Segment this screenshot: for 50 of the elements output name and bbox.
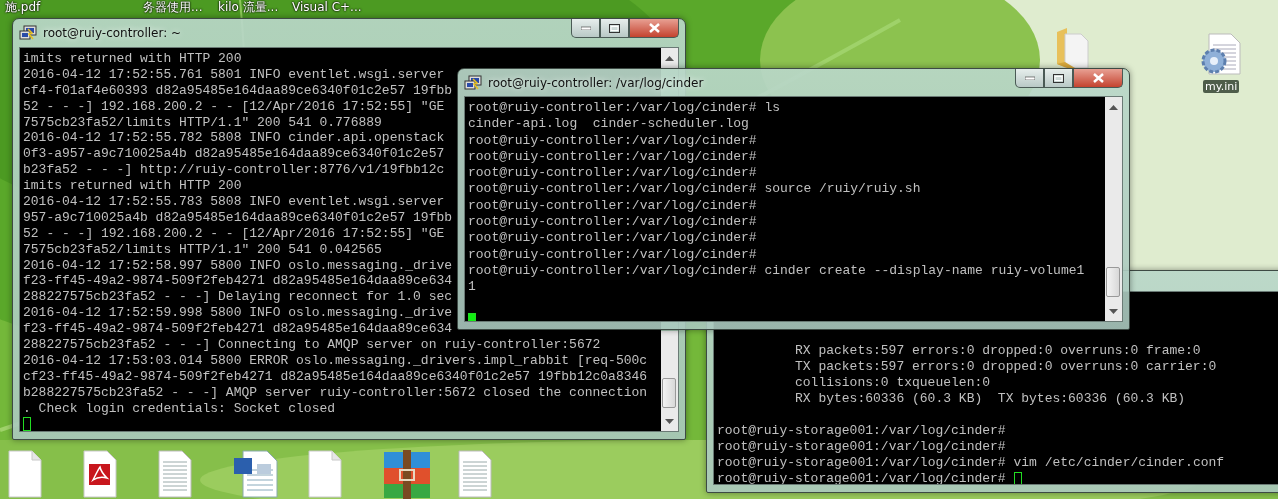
terminal-line: collisions:0 txqueuelen:0 <box>795 375 991 391</box>
terminal-line: root@ruiy-controller:/var/log/cinder# <box>468 165 757 182</box>
terminal-line: 7575cb23fa52/limits HTTP/1.1" 200 541 0.776889 <box>23 114 382 131</box>
icon-label: kilo 流量... <box>218 0 279 14</box>
terminal-line: cf23-ff45-49a2-9874-509f2feb4271 d82a95485e164daa89ce6340f01c2e57 19fbb12c0a8346 <box>23 368 648 385</box>
terminal-line: root@ruiy-controller:/var/log/cinder# <box>468 197 757 215</box>
terminal-line: 1 <box>468 279 476 296</box>
terminal-line: 2016-04-12 17:52:55.761 5801 INFO eventlet.wsgi.server <box>23 66 445 83</box>
terminal-line: cinder-api.log cinder-scheduler.log <box>468 116 749 133</box>
terminal-line: root@ruiy-controller:/var/log/cinder# cinder create --display-name ruiy-volume1 <box>468 262 1085 280</box>
terminal-line: 957-a9c710025a4b d82a95485e164daa89ce6340f01c2e57 19fbb <box>23 209 453 226</box>
icon-label: my.ini <box>1203 80 1240 93</box>
terminal-line: root@ruiy-controller:/var/log/cinder# <box>468 132 757 149</box>
terminal-line: b23fa52 - - -] http://ruiy-controller:8776/v1/19fbb12c <box>23 162 445 179</box>
terminal-line: 52 - - -] 192.168.200.2 - - [12/Apr/2016 17:52:55] "GE <box>23 98 445 115</box>
terminal-line: root@ruiy-controller:/var/log/cinder# <box>468 246 757 263</box>
terminal-line: imits returned with HTTP 200 <box>23 178 242 195</box>
terminal-line: imits returned with HTTP 200 <box>23 51 242 67</box>
terminal-line: root@ruiy-storage001:/var/log/cinder# <box>717 423 1006 439</box>
terminal-line: cf4-f01af4e60393 d82a95485e164daa89ce6340f01c2e57 19fbb <box>23 82 453 99</box>
terminal-line: . Check login credentials: Socket closed <box>23 400 336 417</box>
terminal-line: b288227575cb23fa52 - - -] AMQP server ruiy-controller:5672 closed the connection <box>23 384 648 401</box>
terminal-line: root@ruiy-controller:/var/log/cinder# <box>468 148 757 166</box>
terminal-line: f23-ff45-49a2-9874-509f2feb4271 d82a95485e164daa89ce634 <box>23 321 453 338</box>
terminal-line: 52 - - -] 192.168.200.2 - - [12/Apr/2016 17:52:55] "GE <box>23 225 445 242</box>
terminal-line: root@ruiy-storage001:/var/log/cinder# vim /etc/cinder/cinder.conf <box>717 455 1225 471</box>
terminal-line: 7575cb23fa52/limits HTTP/1.1" 200 541 0.042565 <box>23 241 382 258</box>
terminal-line: 2016-04-12 17:52:58.997 5800 INFO oslo.messaging._drive <box>23 257 453 274</box>
terminal-line: RX packets:597 errors:0 dropped:0 overruns:0 frame:0 <box>795 343 1201 359</box>
terminal-line: root@ruiy-controller:/var/log/cinder# <box>468 214 757 231</box>
terminal-line: 2016-04-12 17:52:59.998 5800 INFO oslo.messaging._drive <box>23 305 453 322</box>
terminal-line: 0f3-a957-a9c710025a4b d82a95485e164daa89ce6340f01c2e57 <box>23 146 445 163</box>
window-title: root@ruiy-controller: /var/log/cinder <box>488 75 704 90</box>
terminal-line: root@ruiy-controller:/var/log/cinder# source /ruiy/ruiy.sh <box>468 181 921 198</box>
window-title: root@ruiy-controller: ~ <box>43 26 182 40</box>
terminal-line: 2016-04-12 17:52:55.783 5808 INFO eventlet.wsgi.server <box>23 194 445 210</box>
terminal-line: root@ruiy-storage001:/var/log/cinder# <box>717 471 1006 484</box>
icon-label: Visual C+... <box>292 0 362 14</box>
terminal-line: 288227575cb23fa52 - - -] Connecting to AMQP server on ruiy-controller:5672 <box>23 337 601 353</box>
icon-label: 务器使用... <box>143 0 203 14</box>
terminal-line: 288227575cb23fa52 - - -] Delaying reconnect for 1.0 sec <box>23 289 453 306</box>
terminal-line: root@ruiy-controller:/var/log/cinder# ls <box>468 100 781 117</box>
terminal-line: 2016-04-12 17:53:03.014 5800 ERROR oslo.messaging._drivers.impl_rabbit [req-500c <box>23 352 648 369</box>
terminal-line: root@ruiy-controller:/var/log/cinder# <box>468 230 757 247</box>
terminal-line: root@ruiy-storage001:/var/log/cinder# <box>717 439 1006 455</box>
icon-label: 施.pdf <box>5 0 41 14</box>
terminal-line: RX bytes:60336 (60.3 KB) TX bytes:60336 (60.3 KB) <box>795 391 1186 407</box>
terminal-line: TX packets:597 errors:0 dropped:0 overruns:0 carrier:0 <box>795 359 1217 375</box>
terminal-line: f23-ff45-49a2-9874-509f2feb4271 d82a95485e164daa89ce634 <box>23 273 453 290</box>
terminal-line: 2016-04-12 17:52:55.782 5808 INFO cinder.api.openstack <box>23 130 445 147</box>
